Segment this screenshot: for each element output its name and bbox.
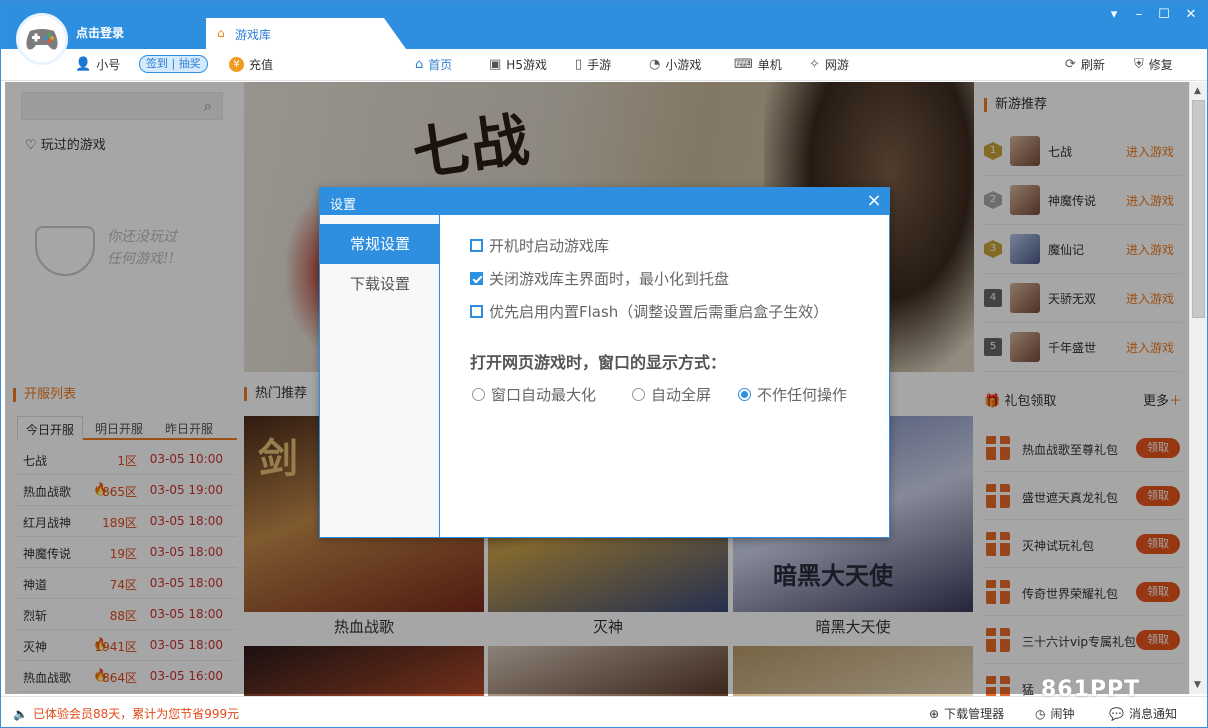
- nav-mobile[interactable]: ▯ 手游: [575, 56, 611, 73]
- clock-icon: ◷: [1035, 706, 1046, 721]
- radio-button[interactable]: [472, 388, 485, 401]
- notifications-button[interactable]: 💬 消息通知: [1109, 705, 1177, 722]
- flash-checkbox[interactable]: [470, 305, 483, 318]
- scrollbar-thumb[interactable]: [1192, 100, 1205, 318]
- recharge-label: 充值: [249, 58, 274, 72]
- tab-download-settings[interactable]: 下载设置: [320, 264, 440, 304]
- close-icon[interactable]: ×: [865, 190, 883, 211]
- title-bar: 点击登录 ⌂ 游戏库 ▾ – ☐ ✕: [1, 1, 1207, 49]
- game-library-window: 点击登录 ⌂ 游戏库 ▾ – ☐ ✕ 👤 小号 签到 | 抽奖 ¥ 充值 ⌂ 首…: [0, 0, 1208, 728]
- option-label: 关闭游戏库主界面时，最小化到托盘: [489, 270, 730, 288]
- nav-home[interactable]: ⌂ 首页: [415, 56, 452, 73]
- nav-label: 手游: [587, 58, 612, 72]
- repair-label: 修复: [1148, 58, 1173, 72]
- settings-tabs: 常规设置 下载设置: [320, 215, 440, 537]
- dialog-header: 设置 ×: [320, 188, 889, 215]
- nav-label: 网游: [824, 58, 849, 72]
- account-button[interactable]: 👤 小号: [75, 56, 120, 73]
- radio-label: 自动全屏: [651, 386, 712, 404]
- nav-label: H5游戏: [506, 58, 547, 72]
- speaker-icon: 🔈: [13, 706, 28, 721]
- nav-single[interactable]: ⌨ 单机: [734, 56, 782, 73]
- download-icon: ⊕: [929, 706, 940, 721]
- radio-label: 窗口自动最大化: [491, 386, 597, 404]
- minimize-tray-checkbox[interactable]: [470, 272, 483, 285]
- refresh-icon: ⟳: [1065, 57, 1076, 72]
- display-mode-title: 打开网页游戏时，窗口的显示方式：: [470, 353, 727, 372]
- message-icon: 💬: [1109, 706, 1124, 721]
- radio-button[interactable]: [738, 388, 751, 401]
- nav-label: 单机: [757, 58, 782, 72]
- login-link[interactable]: 点击登录: [76, 24, 124, 41]
- online-game-icon: ✧: [809, 57, 820, 72]
- phone-icon: ▯: [575, 57, 583, 72]
- vertical-scrollbar[interactable]: ▲ ▼: [1189, 82, 1207, 694]
- download-manager-button[interactable]: ⊕ 下载管理器: [929, 705, 1004, 722]
- user-icon: 👤: [75, 57, 92, 72]
- nav-label: 小游戏: [665, 58, 702, 72]
- option-label: 开机时启动游戏库: [489, 237, 610, 255]
- toolbar: 👤 小号 签到 | 抽奖 ¥ 充值 ⌂ 首页 ▣ H5游戏 ▯ 手游 ◔ 小游戏…: [1, 49, 1207, 81]
- home-icon: ⌂: [415, 57, 424, 72]
- shield-icon: ⛨: [1134, 57, 1144, 72]
- radio-fullscreen[interactable]: 自动全屏: [632, 384, 711, 405]
- gamepad-icon: [26, 29, 58, 50]
- watermark-logo: 861PPT: [1041, 677, 1141, 702]
- refresh-label: 刷新: [1080, 58, 1105, 72]
- close-button[interactable]: ✕: [1181, 7, 1201, 22]
- repair-button[interactable]: ⛨ 修复: [1134, 56, 1173, 73]
- nav-label: 首页: [428, 58, 453, 72]
- scroll-up-icon[interactable]: ▲: [1194, 86, 1201, 96]
- minimize-button[interactable]: –: [1129, 7, 1149, 22]
- radio-label: 不作任何操作: [757, 386, 848, 404]
- nav-h5[interactable]: ▣ H5游戏: [489, 56, 547, 73]
- alarm-button[interactable]: ◷ 闹钟: [1035, 705, 1075, 722]
- dialog-title: 设置: [330, 198, 357, 213]
- coin-icon: ¥: [229, 57, 244, 72]
- tab-game-library[interactable]: ⌂ 游戏库: [206, 18, 406, 49]
- mini-game-icon: ◔: [649, 57, 661, 72]
- home-icon: ⌂: [217, 26, 225, 40]
- maximize-button[interactable]: ☐: [1154, 7, 1174, 22]
- settings-dialog: 设置 × 常规设置 下载设置 开机时启动游戏库 关闭游戏库主界面时，最小化到托盘…: [319, 187, 890, 538]
- scroll-down-icon[interactable]: ▼: [1194, 680, 1201, 690]
- option-minimize-to-tray[interactable]: 关闭游戏库主界面时，最小化到托盘: [470, 268, 729, 289]
- radio-no-action[interactable]: 不作任何操作: [738, 384, 847, 405]
- member-status[interactable]: 🔈 已体验会员88天，累计为您节省999元: [13, 705, 239, 722]
- recharge-button[interactable]: ¥ 充值: [229, 56, 273, 73]
- controller-icon: ⌨: [734, 57, 753, 72]
- nav-online[interactable]: ✧ 网游: [809, 56, 849, 73]
- html5-icon: ▣: [489, 57, 502, 72]
- tab-general-settings[interactable]: 常规设置: [320, 224, 440, 264]
- radio-auto-maximize[interactable]: 窗口自动最大化: [472, 384, 596, 405]
- refresh-button[interactable]: ⟳ 刷新: [1065, 56, 1105, 73]
- member-text: 已体验会员88天，累计为您节省999元: [32, 707, 240, 721]
- signin-lottery-button[interactable]: 签到 | 抽奖: [139, 55, 208, 73]
- radio-button[interactable]: [632, 388, 645, 401]
- nav-mini-games[interactable]: ◔ 小游戏: [649, 56, 701, 73]
- autostart-checkbox[interactable]: [470, 239, 483, 252]
- status-bar: 🔈 已体验会员88天，累计为您节省999元 ⊕ 下载管理器 ◷ 闹钟 💬 消息通…: [1, 696, 1207, 727]
- option-builtin-flash[interactable]: 优先启用内置Flash（调整设置后需重启盒子生效）: [470, 301, 828, 322]
- avatar[interactable]: [16, 13, 68, 65]
- tab-label: 游戏库: [235, 28, 272, 42]
- option-autostart[interactable]: 开机时启动游戏库: [470, 235, 609, 256]
- account-label: 小号: [96, 58, 121, 72]
- dropdown-menu-icon[interactable]: ▾: [1104, 7, 1124, 22]
- option-label: 优先启用内置Flash（调整设置后需重启盒子生效）: [489, 303, 829, 321]
